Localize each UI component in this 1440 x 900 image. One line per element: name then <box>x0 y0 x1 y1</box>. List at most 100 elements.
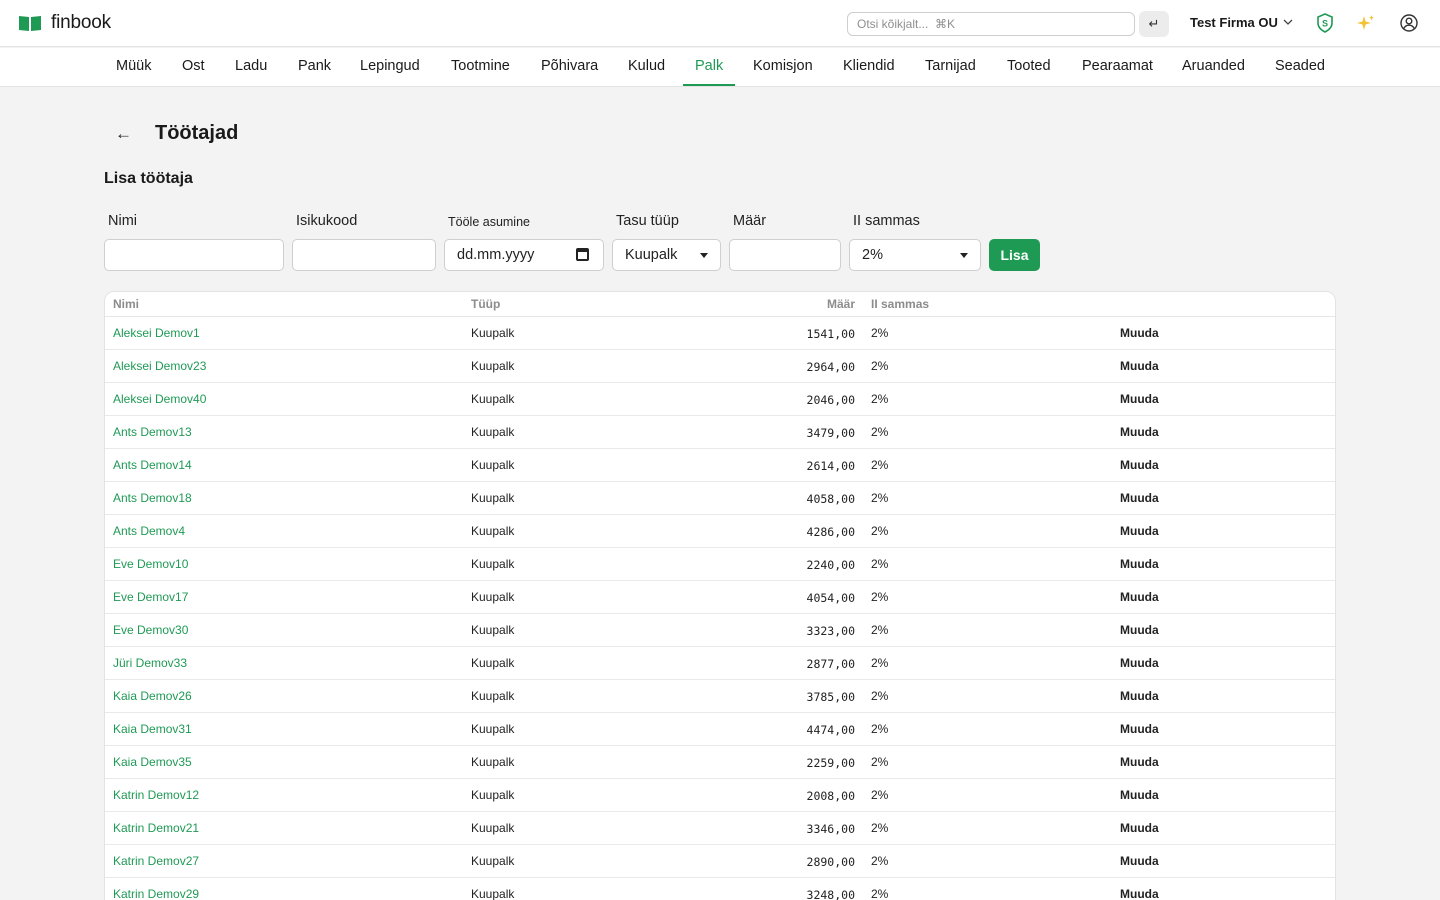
pillar-label: II sammas <box>853 213 920 229</box>
pillar-cell: 2% <box>871 557 889 571</box>
edit-button[interactable]: Muuda <box>1120 425 1159 439</box>
company-selector[interactable]: Test Firma OU <box>1190 15 1293 30</box>
id-code-input[interactable] <box>292 239 436 271</box>
employee-name-link[interactable]: Eve Demov30 <box>113 623 188 637</box>
employee-name-link[interactable]: Katrin Demov12 <box>113 788 199 802</box>
employee-name-link[interactable]: Eve Demov17 <box>113 590 188 604</box>
search-input[interactable] <box>847 12 1135 36</box>
nav-item-pohivara[interactable]: Põhivara <box>529 48 610 86</box>
enter-button[interactable]: ↵ <box>1139 11 1169 37</box>
rate-cell: 3323,00 <box>806 624 855 638</box>
pillar-select[interactable]: 2% <box>849 239 981 271</box>
name-input[interactable] <box>104 239 284 271</box>
pay-type-cell: Kuupalk <box>471 359 515 373</box>
pay-type-cell: Kuupalk <box>471 788 515 802</box>
column-header-name: Nimi <box>113 297 140 311</box>
pay-type-cell: Kuupalk <box>471 689 515 703</box>
nav-item-ost[interactable]: Ost <box>170 48 217 86</box>
employee-name-link[interactable]: Katrin Demov29 <box>113 887 199 900</box>
edit-button[interactable]: Muuda <box>1120 491 1159 505</box>
caret-down-icon <box>700 253 708 258</box>
pillar-cell: 2% <box>871 392 889 406</box>
name-label: Nimi <box>108 213 137 229</box>
edit-button[interactable]: Muuda <box>1120 623 1159 637</box>
add-employee-button[interactable]: Lisa <box>989 239 1040 271</box>
rate-cell: 4054,00 <box>806 591 855 605</box>
pay-type-cell: Kuupalk <box>471 392 515 406</box>
user-circle-icon[interactable] <box>1399 13 1419 33</box>
employee-name-link[interactable]: Kaia Demov26 <box>113 689 192 703</box>
employee-name-link[interactable]: Aleksei Demov23 <box>113 359 206 373</box>
employee-name-link[interactable]: Aleksei Demov40 <box>113 392 206 406</box>
employee-name-link[interactable]: Eve Demov10 <box>113 557 188 571</box>
logo[interactable]: finbook <box>18 12 111 34</box>
nav-item-aruanded[interactable]: Aruanded <box>1170 48 1257 86</box>
calendar-icon[interactable] <box>576 248 589 261</box>
employee-name-link[interactable]: Kaia Demov31 <box>113 722 192 736</box>
employee-name-link[interactable]: Jüri Demov33 <box>113 656 187 670</box>
employee-name-link[interactable]: Katrin Demov21 <box>113 821 199 835</box>
pillar-cell: 2% <box>871 755 889 769</box>
edit-button[interactable]: Muuda <box>1120 524 1159 538</box>
rate-input[interactable] <box>729 239 841 271</box>
edit-button[interactable]: Muuda <box>1120 887 1159 900</box>
edit-button[interactable]: Muuda <box>1120 359 1159 373</box>
nav-item-pank[interactable]: Pank <box>286 48 343 86</box>
employee-name-link[interactable]: Katrin Demov27 <box>113 854 199 868</box>
edit-button[interactable]: Muuda <box>1120 656 1159 670</box>
pay-type-select[interactable]: Kuupalk <box>612 239 721 271</box>
pillar-cell: 2% <box>871 656 889 670</box>
employee-name-link[interactable]: Aleksei Demov1 <box>113 326 200 340</box>
pay-type-cell: Kuupalk <box>471 425 515 439</box>
nav-item-komisjon[interactable]: Komisjon <box>741 48 825 86</box>
start-date-input[interactable]: dd.mm.yyyy <box>444 239 604 271</box>
pay-type-value: Kuupalk <box>625 247 678 263</box>
page-title: Töötajad <box>155 122 239 144</box>
edit-button[interactable]: Muuda <box>1120 557 1159 571</box>
pay-type-cell: Kuupalk <box>471 854 515 868</box>
edit-button[interactable]: Muuda <box>1120 854 1159 868</box>
nav-item-seaded[interactable]: Seaded <box>1263 48 1337 86</box>
employee-name-link[interactable]: Ants Demov4 <box>113 524 185 538</box>
nav-item-ladu[interactable]: Ladu <box>223 48 279 86</box>
pay-type-cell: Kuupalk <box>471 491 515 505</box>
nav-item-pearaamat[interactable]: Pearaamat <box>1070 48 1165 86</box>
edit-button[interactable]: Muuda <box>1120 755 1159 769</box>
pay-type-cell: Kuupalk <box>471 821 515 835</box>
edit-button[interactable]: Muuda <box>1120 458 1159 472</box>
chevron-down-icon <box>1283 17 1293 28</box>
back-arrow-icon[interactable]: ← <box>115 124 132 144</box>
pillar-cell: 2% <box>871 491 889 505</box>
pay-type-cell: Kuupalk <box>471 887 515 900</box>
rate-cell: 3785,00 <box>806 690 855 704</box>
shield-s-icon[interactable]: S <box>1315 13 1335 33</box>
employee-name-link[interactable]: Ants Demov14 <box>113 458 192 472</box>
nav-item-tooted[interactable]: Tooted <box>995 48 1063 86</box>
edit-button[interactable]: Muuda <box>1120 326 1159 340</box>
edit-button[interactable]: Muuda <box>1120 821 1159 835</box>
edit-button[interactable]: Muuda <box>1120 689 1159 703</box>
table-row: Ants Demov4 Kuupalk 4286,00 2% Muuda <box>105 515 1335 548</box>
nav-item-tootmine[interactable]: Tootmine <box>439 48 522 86</box>
edit-button[interactable]: Muuda <box>1120 788 1159 802</box>
employee-name-link[interactable]: Ants Demov13 <box>113 425 192 439</box>
rate-cell: 4286,00 <box>806 525 855 539</box>
sparkles-icon[interactable] <box>1356 13 1376 33</box>
edit-button[interactable]: Muuda <box>1120 392 1159 406</box>
table-header: Nimi Tüüp Määr II sammas <box>105 292 1335 317</box>
rate-cell: 2046,00 <box>806 393 855 407</box>
employee-name-link[interactable]: Kaia Demov35 <box>113 755 192 769</box>
rate-cell: 3346,00 <box>806 822 855 836</box>
edit-button[interactable]: Muuda <box>1120 590 1159 604</box>
nav-item-tarnijad[interactable]: Tarnijad <box>913 48 988 86</box>
nav-item-palk[interactable]: Palk <box>683 48 736 86</box>
edit-button[interactable]: Muuda <box>1120 722 1159 736</box>
pay-type-cell: Kuupalk <box>471 755 515 769</box>
employee-name-link[interactable]: Ants Demov18 <box>113 491 192 505</box>
nav-item-lepingud[interactable]: Lepingud <box>348 48 432 86</box>
pillar-cell: 2% <box>871 590 889 604</box>
nav-item-myyk[interactable]: Müük <box>104 48 163 86</box>
nav-item-kliendid[interactable]: Kliendid <box>831 48 907 86</box>
form-title: Lisa töötaja <box>104 170 193 187</box>
nav-item-kulud[interactable]: Kulud <box>616 48 677 86</box>
